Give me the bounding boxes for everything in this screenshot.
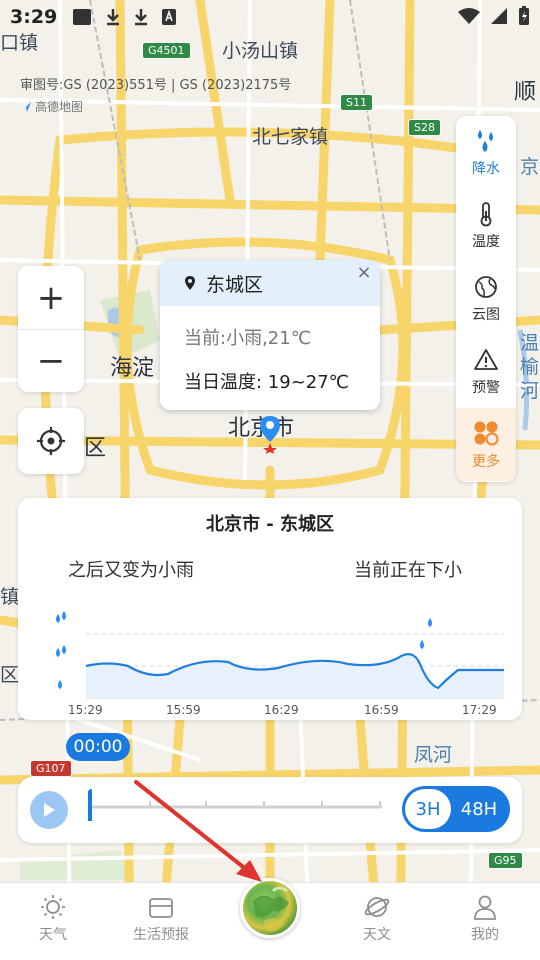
zoom-controls: + −: [18, 266, 84, 392]
road-badge-g95: G95: [488, 852, 523, 869]
map-label-right-3: 榆: [520, 356, 540, 378]
time-tick: 16:29: [264, 703, 299, 717]
nav-life-forecast[interactable]: 生活预报: [116, 893, 206, 944]
popup-current-weather: 当前:小雨,21℃: [184, 328, 311, 349]
map-label-left-district-2: 区: [0, 664, 20, 686]
locate-button[interactable]: [18, 408, 84, 474]
timeline-slider[interactable]: [86, 787, 384, 827]
amap-logo-icon: [21, 101, 31, 112]
briefcase-icon: [149, 898, 173, 918]
planet-icon: [364, 897, 390, 917]
forecast-time-axis: 15:29 15:59 16:29 16:59 17:29: [18, 703, 522, 719]
crosshair-icon: [37, 427, 65, 455]
map-label-shun: 顺: [514, 80, 537, 105]
layer-panel: 降水 温度 云图 预警 更多: [456, 116, 516, 482]
sun-icon: [41, 895, 65, 919]
nav-weather-label: 天气: [39, 927, 67, 943]
play-icon: [44, 803, 55, 817]
map-label-xiaotangshan: 小汤山镇: [222, 40, 299, 62]
popup-close-button[interactable]: ×: [354, 262, 374, 283]
road-badge-s11: S11: [340, 94, 373, 111]
layer-temperature-label: 温度: [472, 233, 500, 250]
battery-icon: [519, 6, 529, 25]
thermometer-icon: [480, 201, 492, 226]
amap-logo-text: 高德地图: [35, 100, 84, 114]
play-button[interactable]: [30, 791, 68, 829]
range-3h-option[interactable]: 3H: [405, 789, 451, 829]
layer-precipitation[interactable]: 降水: [456, 116, 516, 189]
time-tick: 16:59: [364, 703, 399, 717]
layer-cloud-label: 云图: [472, 306, 500, 323]
layer-more-label: 更多: [472, 453, 500, 470]
status-bar: 3:29: [0, 0, 540, 34]
amap-logo: 高德地图: [20, 98, 83, 115]
map-label-beiqijia: 北七家镇: [252, 126, 329, 148]
map-location-marker[interactable]: [258, 414, 282, 458]
layer-warning-label: 预警: [472, 379, 500, 396]
wifi-icon: [458, 8, 480, 24]
layer-precipitation-label: 降水: [472, 160, 500, 177]
globe-icon: [475, 275, 497, 298]
slider-handle: [88, 789, 92, 821]
grid-more-icon: [474, 421, 499, 445]
status-time: 3:29: [10, 6, 58, 28]
range-48h-option[interactable]: 48H: [451, 789, 507, 829]
playback-time-badge: 00:00: [66, 733, 130, 761]
layer-more[interactable]: 更多: [456, 408, 516, 481]
nav-profile-label: 我的: [471, 927, 499, 943]
map-label-right-2: 温: [520, 332, 540, 354]
nav-life-forecast-label: 生活预报: [133, 927, 189, 943]
app-notification-icon: [73, 9, 92, 25]
map-label-right-4: 河: [520, 380, 540, 402]
location-popup: 东城区 × 当前:小雨,21℃ 当日温度: 19~27℃: [160, 260, 380, 410]
status-system-icons: [458, 6, 530, 26]
road-badge-g4501: G4501: [142, 42, 191, 59]
popup-header: 东城区: [160, 260, 380, 306]
app-a-icon: [162, 9, 177, 25]
playback-bar: 3H 48H: [18, 777, 522, 843]
nav-radar-map-button[interactable]: [240, 878, 300, 938]
time-tick: 15:59: [166, 703, 201, 717]
user-icon: [474, 895, 496, 920]
range-toggle: 3H 48H: [402, 786, 510, 832]
map-marker-icon: [260, 416, 280, 454]
map-copyright: 审图号:GS (2023)551号 | GS (2023)2175号: [20, 78, 292, 93]
location-pin-icon: [185, 276, 195, 290]
time-tick: 17:29: [462, 703, 497, 717]
download-icon: [107, 9, 120, 26]
layer-cloud[interactable]: 云图: [456, 262, 516, 335]
nav-profile[interactable]: 我的: [440, 893, 530, 944]
signal-icon: [491, 8, 507, 24]
nav-weather[interactable]: 天气: [8, 893, 98, 944]
road-badge-g107: G107: [30, 760, 72, 777]
status-notification-icons: [71, 7, 177, 27]
layer-warning[interactable]: 预警: [456, 335, 516, 408]
nav-astronomy[interactable]: 天文: [332, 893, 422, 944]
download-icon-2: [135, 9, 148, 26]
map-label-left-town: 镇: [0, 586, 20, 608]
layer-temperature[interactable]: 温度: [456, 189, 516, 262]
warning-icon: [474, 348, 498, 370]
zoom-out-button[interactable]: −: [18, 329, 84, 392]
map-label-right-1: 京: [520, 156, 540, 178]
road-badge-s28: S28: [408, 119, 441, 136]
popup-location-name: 东城区: [206, 273, 264, 296]
precipitation-forecast-card: 北京市 - 东城区 之后又变为小雨 当前正在下小 15:29 15:59 16:…: [18, 498, 522, 720]
map-label-haidian: 海淀: [110, 356, 155, 381]
zoom-in-button[interactable]: +: [18, 266, 84, 329]
map-label-fenghe: 凤河: [414, 744, 453, 766]
raindrops-icon: [478, 129, 493, 152]
nav-astronomy-label: 天文: [363, 927, 391, 943]
forecast-chart: [56, 611, 504, 699]
popup-day-temperature: 当日温度: 19~27℃: [184, 372, 349, 393]
time-tick: 15:29: [68, 703, 103, 717]
